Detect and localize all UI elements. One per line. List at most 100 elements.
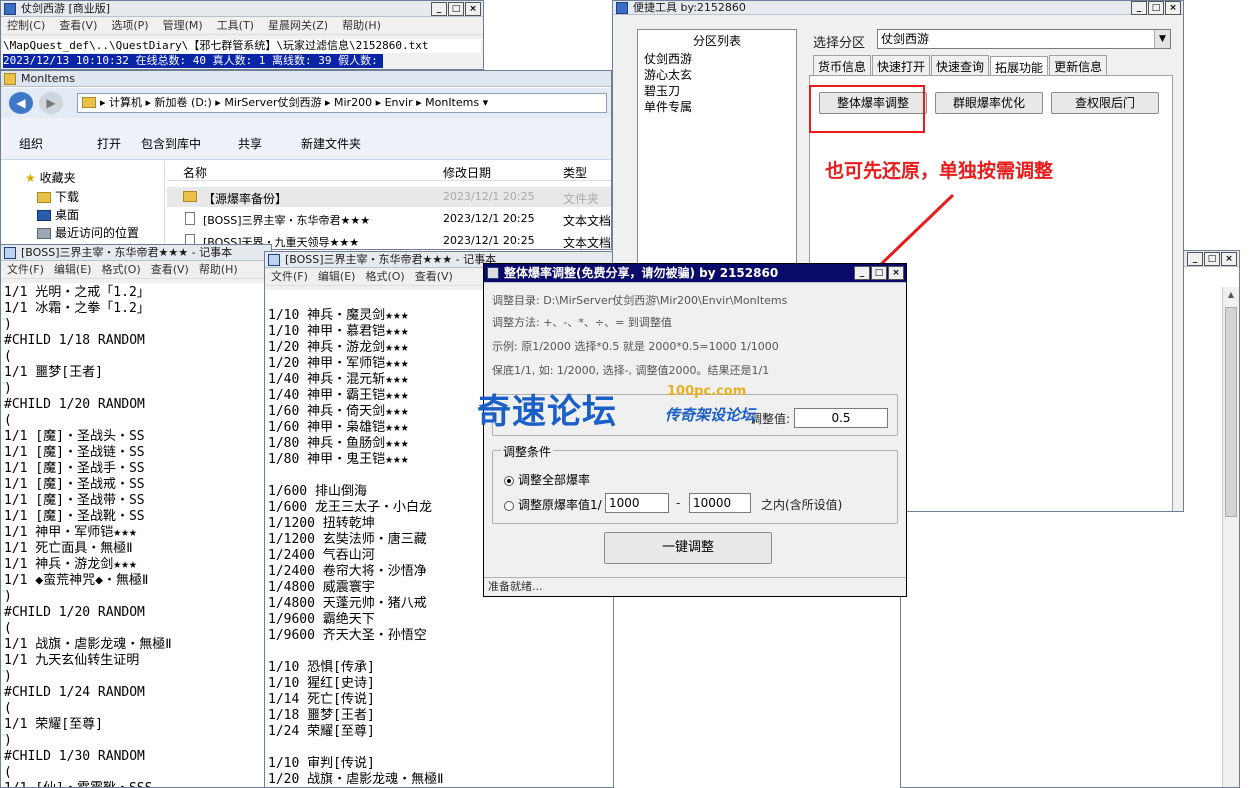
close-icon[interactable]: × — [465, 2, 481, 16]
maximize-icon[interactable]: □ — [448, 2, 464, 16]
text-line: 1/1 冰霜・之拳「1.2」 — [4, 301, 150, 316]
minimize-icon[interactable]: _ — [1131, 1, 1147, 15]
quicktool-titlebar: 便捷工具 by:2152860 _ □ × — [613, 1, 1183, 15]
breadcrumb-item[interactable]: 新加卷 (D:) — [155, 96, 212, 109]
forward-button[interactable]: ▶ — [39, 92, 63, 114]
menu-item[interactable]: 查看(V) — [151, 261, 189, 278]
maximize-icon[interactable]: □ — [871, 266, 887, 280]
scroll-thumb[interactable] — [1225, 307, 1237, 517]
one-click-adjust-button[interactable]: 一键调整 — [604, 532, 772, 564]
column-date[interactable]: 修改日期 — [443, 164, 491, 181]
breadcrumb-item[interactable]: MirServer仗剑西游 — [224, 96, 321, 109]
maximize-icon[interactable]: □ — [1148, 1, 1164, 15]
tab-currency[interactable]: 货币信息 — [813, 55, 872, 77]
text-line: 1/20 战旗・虐影龙魂・無極Ⅱ — [268, 772, 444, 787]
nav-item-desktop[interactable]: 桌面 — [37, 206, 79, 223]
menu-item[interactable]: 工具(T) — [217, 17, 254, 34]
close-icon[interactable]: × — [1165, 1, 1181, 15]
breadcrumb-item[interactable]: MonItems — [425, 96, 479, 109]
text-line: 1/1 [仙]・霹雳靴・SSS — [4, 781, 270, 787]
zone-item[interactable]: 游心太玄 — [638, 67, 796, 83]
toolbar-include-library[interactable]: 包含到库中 — [141, 135, 201, 152]
text-line: #CHILD 1/30 RANDOM — [4, 749, 145, 764]
toolbar-open[interactable]: 打开 — [97, 135, 121, 152]
menu-item[interactable]: 星晨网关(Z) — [268, 17, 328, 34]
nav-favorites[interactable]: ★ 收藏夹 — [25, 169, 76, 186]
text-line: 1/1 [魔]・圣战带・SS — [4, 493, 145, 508]
chevron-down-icon[interactable]: ▼ — [1154, 30, 1170, 48]
text-line: 1/1 九天玄仙转生证明 — [4, 653, 140, 668]
text-line: #CHILD 1/20 RANDOM — [4, 605, 145, 620]
close-icon[interactable]: × — [1221, 252, 1237, 266]
range-from-input[interactable]: 1000 — [605, 493, 669, 513]
toolbar-share[interactable]: 共享 — [238, 135, 262, 152]
menu-item[interactable]: 管理(M) — [163, 17, 203, 34]
text-line: 1/1 [魔]・圣战靴・SS — [4, 509, 145, 524]
group-droprate-button[interactable]: 群眼爆率优化 — [935, 92, 1043, 114]
range-separator: - — [676, 496, 681, 510]
menu-item[interactable]: 编辑(E) — [318, 268, 356, 285]
notepad-icon — [4, 247, 16, 259]
check-backdoor-button[interactable]: 查权限后门 — [1051, 92, 1159, 114]
menu-item[interactable]: 控制(C) — [7, 17, 45, 34]
text-line: 1/9600 齐天大圣・孙悟空 — [268, 628, 427, 643]
radio-all[interactable]: 调整全部爆率 — [504, 471, 590, 488]
back-button[interactable]: ◀ — [9, 92, 33, 114]
dialog-icon — [487, 267, 499, 279]
menu-item[interactable]: 格式(O) — [101, 261, 140, 278]
menu-item[interactable]: 帮助(H) — [199, 261, 238, 278]
toolbar-organize[interactable]: 组织 — [19, 135, 43, 152]
highlight-box — [809, 85, 925, 133]
file-row[interactable]: 【源爆率备份】 2023/12/1 20:25 文件夹 — [167, 187, 611, 207]
star-icon: ★ — [25, 171, 36, 185]
nav-item-downloads[interactable]: 下载 — [37, 188, 79, 205]
menu-item[interactable]: 格式(O) — [365, 268, 404, 285]
quicktool-title: 便捷工具 by:2152860 — [633, 1, 746, 14]
menu-item[interactable]: 编辑(E) — [54, 261, 92, 278]
radio-range[interactable]: 调整原爆率值1/ — [504, 496, 602, 513]
tab-updates[interactable]: 更新信息 — [1049, 55, 1108, 77]
zone-item[interactable]: 碧玉刀 — [638, 83, 796, 99]
file-row[interactable]: [BOSS]三界主宰・东华帝君★★★ 2023/12/1 20:25 文本文档 — [167, 209, 611, 229]
droprate-dialog: 整体爆率调整(免费分享，请勿被骗) by 2152860 _ □ × 调整目录: D… — [483, 263, 907, 597]
vertical-scrollbar[interactable]: ▲ — [1222, 287, 1239, 787]
minimize-icon[interactable]: _ — [1187, 252, 1203, 266]
menu-item[interactable]: 文件(F) — [271, 268, 308, 285]
zone-item[interactable]: 单件专属 — [638, 99, 796, 115]
nav-item-recent[interactable]: 最近访问的位置 — [37, 224, 139, 241]
maximize-icon[interactable]: □ — [1204, 252, 1220, 266]
notepad1-text-area[interactable]: 1/1 光明・之戒「1.2」 1/1 冰霜・之拳「1.2」) #CHILD 1/18… — [1, 283, 271, 787]
breadcrumb-folder-icon — [82, 97, 96, 108]
explorer-window: MonItems ◀ ▶ ▸ 计算机 ▸ 新加卷 (D:) ▸ MirServe… — [0, 70, 612, 250]
adjust-value-input[interactable]: 0.5 — [794, 408, 888, 428]
breadcrumb-item[interactable]: Envir — [385, 96, 413, 109]
tab-quick-open[interactable]: 快速打开 — [872, 55, 931, 77]
toolbar-new-folder[interactable]: 新建文件夹 — [301, 135, 361, 152]
breadcrumb-item[interactable]: Mir200 — [334, 96, 372, 109]
tab-quick-query[interactable]: 快速查询 — [931, 55, 990, 77]
folder-icon — [183, 191, 197, 202]
close-icon[interactable]: × — [888, 266, 904, 280]
text-line: 1/1 死亡面具・無極Ⅱ — [4, 541, 133, 556]
scroll-up-icon[interactable]: ▲ — [1223, 287, 1239, 303]
menu-item[interactable]: 文件(F) — [7, 261, 44, 278]
column-type[interactable]: 类型 — [563, 164, 587, 181]
menu-item[interactable]: 查看(V) — [415, 268, 453, 285]
column-name[interactable]: 名称 — [183, 164, 207, 181]
text-line: 1/1 [魔]・圣战链・SS — [4, 445, 145, 460]
menu-item[interactable]: 选项(P) — [111, 17, 148, 34]
text-line: ) — [4, 669, 12, 684]
zone-item[interactable]: 仗剑西游 — [638, 51, 796, 67]
zone-select[interactable]: 仗剑西游 ▼ — [877, 29, 1171, 49]
breadcrumb-item[interactable]: 计算机 — [109, 96, 142, 109]
minimize-icon[interactable]: _ — [431, 2, 447, 16]
range-to-input[interactable]: 10000 — [689, 493, 751, 513]
dialog-note-line: 保底1/1, 如: 1/2000, 选择-, 调整值2000。结果还是1/1 — [492, 364, 770, 377]
menu-item[interactable]: 查看(V) — [59, 17, 97, 34]
menu-item[interactable]: 帮助(H) — [342, 17, 381, 34]
minimize-icon[interactable]: _ — [854, 266, 870, 280]
text-line: 1/1 [魔]・圣战头・SS — [4, 429, 145, 444]
breadcrumb[interactable]: ▸ 计算机 ▸ 新加卷 (D:) ▸ MirServer仗剑西游 ▸ Mir20… — [77, 93, 607, 113]
server-status-line: 2023/12/13 10:10:32 在线总数: 40 真人数: 1 离线数:… — [3, 54, 383, 68]
text-line: 1/1 噩梦[王者] — [4, 365, 103, 380]
